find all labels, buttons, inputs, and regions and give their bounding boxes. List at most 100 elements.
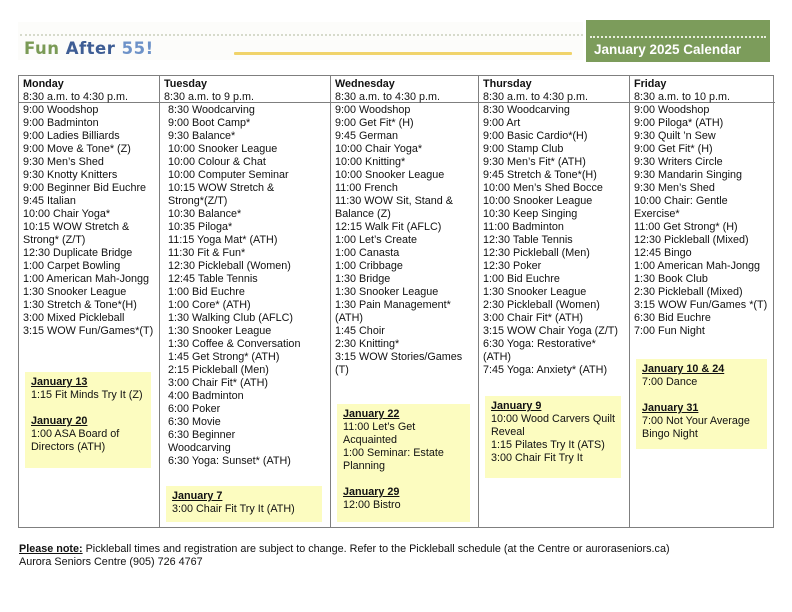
special-event: Acquainted [343, 434, 398, 446]
day-hours: 8:30 a.m. to 4:30 p.m. [483, 90, 589, 103]
day-hours: 8:30 a.m. to 9 p.m. [164, 90, 255, 103]
activity-item: 11:30 Fit & Fun* [168, 246, 246, 259]
activity-item: 2:30 Pickleball (Women) [483, 298, 600, 311]
activity-item: 9:00 Woodshop [335, 104, 411, 116]
activity-item: 6:30 Yoga: Sunset* (ATH) [168, 454, 291, 467]
activity-item: 9:30 Quilt ’n Sew [634, 129, 716, 142]
activity-item: 9:00 Basic Cardio*(H) [483, 129, 588, 142]
special-event: 3:00 Chair Fit Try It [491, 452, 583, 464]
dotted-rule [20, 34, 583, 36]
activity-item: Balance (Z) [335, 207, 391, 220]
activity-list: 9:00 Woodshop 9:00 Get Fit* (H) 9:45 Germa… [331, 103, 478, 377]
special-events-box: January 9 10:00 Wood Carvers Quilt Reveal 1… [485, 396, 621, 478]
special-event: 3:00 Chair Fit Try It (ATH) [172, 503, 295, 515]
activity-item: 9:30 Men’s Shed [23, 155, 104, 168]
day-name: Tuesday [164, 78, 208, 90]
activity-item: 12:15 Walk Fit (AFLC) [335, 220, 442, 233]
activity-item: 10:35 Piloga* [168, 220, 233, 233]
activity-list: 9:00 Woodshop 9:00 Badminton 9:00 Ladies B… [19, 103, 159, 338]
day-column-monday: Monday 8:30 a.m. to 4:30 p.m. 9:00 Woodsh… [19, 76, 160, 527]
special-event: Bingo Night [642, 428, 698, 440]
activity-item: 9:00 Boot Camp* [168, 116, 251, 129]
title-dotted-rule [590, 36, 766, 38]
activity-item: 12:45 Bingo [634, 246, 692, 259]
activity-item: 1:30 Snooker League [23, 285, 127, 298]
activity-item: 1:00 American Mah-Jongg [634, 259, 761, 272]
special-date: January 22 [343, 408, 400, 420]
activity-item: 6:30 Yoga: Restorative* [483, 337, 596, 350]
activity-item: 10:30 Keep Singing [483, 207, 578, 220]
day-name: Thursday [483, 78, 532, 90]
activity-item: 10:00 Snooker League [335, 168, 445, 181]
special-events-box: January 7 3:00 Chair Fit Try It (ATH) [166, 486, 322, 522]
special-event: Planning [343, 460, 386, 472]
activity-item: 10:00 Computer Seminar [168, 168, 289, 181]
activity-item: 1:45 Get Strong* (ATH) [168, 350, 280, 363]
activity-item: Strong* (Z/T) [23, 233, 86, 246]
activity-list: 9:00 Woodshop 9:00 Piloga* (ATH) 9:30 Quil… [630, 103, 775, 338]
centre-address: Aurora Seniors Centre (905) 726 4767 [19, 556, 203, 568]
activity-item: 11:15 Yoga Mat* (ATH) [168, 233, 278, 246]
activity-item: 12:30 Duplicate Bridge [23, 246, 133, 259]
activity-item: 7:45 Yoga: Anxiety* (ATH) [483, 363, 608, 376]
activity-item: 9:00 Move & Tone* (Z) [23, 142, 131, 155]
activity-item: 1:30 Book Club [634, 272, 708, 285]
note-label: Please note: [19, 543, 83, 555]
calendar-title: January 2025 Calendar [594, 42, 742, 57]
activity-item: (T) [335, 363, 349, 376]
activity-item: 3:15 WOW Chair Yoga (Z/T) [483, 324, 619, 337]
calendar-title-box: January 2025 Calendar [586, 20, 770, 62]
activity-item: 10:00 Snooker League [483, 194, 593, 207]
day-header: Wednesday 8:30 a.m. to 4:30 p.m. [331, 76, 478, 103]
logo-after: After [65, 39, 122, 58]
activity-item: 12:30 Pickleball (Men) [483, 246, 590, 259]
special-date: January 20 [31, 415, 88, 427]
special-events-box: January 22 11:00 Let’s Get Acquainted 1:00 … [337, 404, 470, 522]
calendar-table: Monday 8:30 a.m. to 4:30 p.m. 9:00 Woodsh… [18, 75, 775, 528]
activity-item: 9:00 Woodshop [634, 104, 710, 116]
activity-item: 10:00 Chair Yoga* [23, 207, 111, 220]
activity-item: 11:00 Badminton [483, 220, 564, 233]
activity-item: 12:30 Pickleball (Women) [168, 259, 291, 272]
activity-item: 4:00 Badminton [168, 389, 244, 402]
activity-item: 9:00 Piloga* (ATH) [634, 116, 724, 129]
activity-item: 1:30 Coffee & Conversation [168, 337, 301, 350]
activity-item: 3:00 Chair Fit* (ATH) [168, 376, 268, 389]
special-event: 12:00 Bistro [343, 499, 401, 511]
activity-item: 9:30 Men’s Shed [634, 181, 715, 194]
activity-item: 9:45 Stretch & Tone*(H) [483, 168, 597, 181]
activity-item: 1:30 Stretch & Tone*(H) [23, 298, 137, 311]
activity-item: 10:00 Men’s Shed Bocce [483, 181, 603, 194]
special-event: 1:00 ASA Board of [31, 428, 120, 440]
day-header: Monday 8:30 a.m. to 4:30 p.m. [19, 76, 159, 103]
activity-item: 9:30 Knotty Knitters [23, 168, 118, 181]
activity-item: 9:45 Italian [23, 194, 76, 207]
logo-55: 55! [121, 39, 154, 58]
activity-item: (ATH) [483, 350, 511, 363]
note-text: Pickleball times and registration are su… [82, 543, 670, 555]
special-event: 11:00 Let’s Get [343, 421, 416, 433]
activity-list: 8:30 Woodcarving 9:00 Boot Camp* 9:30 Bala… [160, 103, 330, 468]
activity-item: 11:00 French [335, 181, 398, 194]
activity-item: 10:00 Snooker League [168, 142, 278, 155]
day-column-thursday: Thursday 8:30 a.m. to 4:30 p.m. 8:30 Woodc… [479, 76, 630, 527]
activity-item: 9:45 German [335, 129, 399, 142]
activity-item: 1:00 Bid Euchre [483, 272, 560, 285]
activity-item: 12:30 Poker [483, 259, 542, 272]
special-event: Directors (ATH) [31, 441, 106, 453]
activity-item: 1:30 Snooker League [168, 324, 272, 337]
special-date: January 9 [491, 400, 542, 412]
activity-item: 8:30 Woodcarving [168, 104, 255, 116]
activity-item: 12:30 Table Tennis [483, 233, 573, 246]
activity-item: 1:45 Choir [335, 324, 385, 337]
activity-item: 3:15 WOW Fun/Games *(T) [634, 298, 768, 311]
day-name: Wednesday [335, 78, 395, 90]
special-event: 7:00 Dance [642, 376, 698, 388]
activity-item: 2:15 Pickleball (Men) [168, 363, 269, 376]
activity-item: 9:30 Balance* [168, 129, 236, 142]
special-events-box: January 13 1:15 Fit Minds Try It (Z) Janua… [25, 372, 151, 468]
activity-item: 8:30 Woodcarving [483, 104, 570, 116]
activity-item: 10:15 WOW Stretch & [23, 220, 130, 233]
activity-item: 9:00 Get Fit* (H) [634, 142, 713, 155]
